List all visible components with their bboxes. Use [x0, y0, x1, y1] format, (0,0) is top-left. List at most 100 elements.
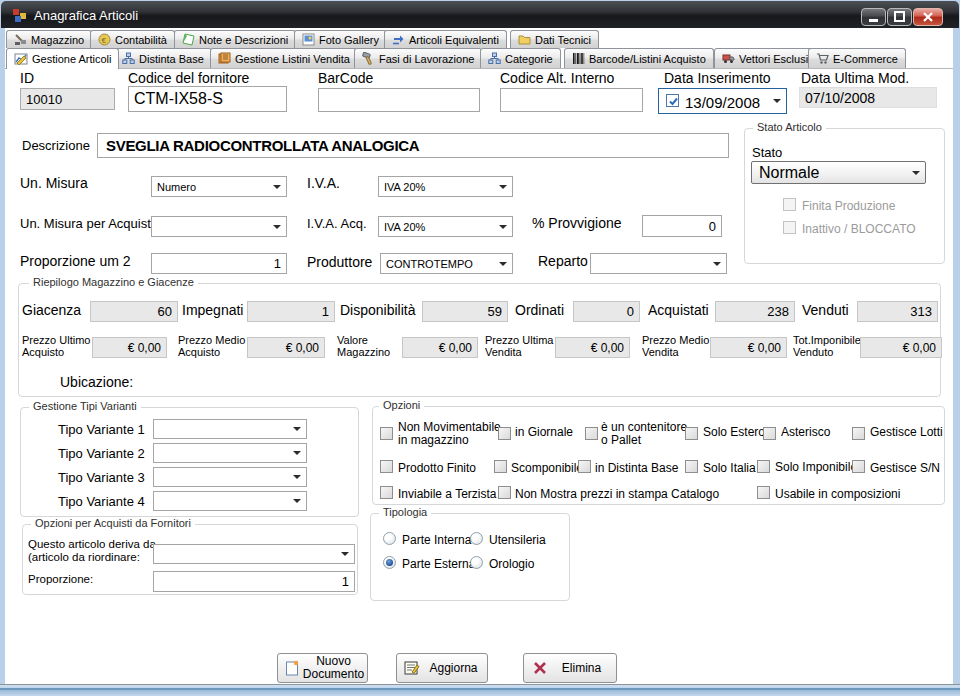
in-giornale-checkbox[interactable] — [498, 427, 511, 440]
minimize-button[interactable] — [861, 8, 886, 26]
aggiorna-label: Aggiorna — [420, 662, 487, 675]
solo-italia-label: Solo Italia — [703, 461, 756, 475]
tipo-variante-2-combo[interactable] — [153, 443, 307, 463]
close-icon — [914, 9, 942, 25]
data-inserimento-checkbox[interactable] — [666, 94, 679, 107]
tab-label: Fasi di Lavorazione — [379, 53, 474, 65]
aggiorna-button[interactable]: Aggiorna — [396, 653, 488, 683]
tipo-variante-3-combo[interactable] — [153, 467, 307, 487]
tab-foto-gallery[interactable]: Foto Gallery — [294, 30, 387, 48]
tab-vettori-esclusi[interactable]: Vettori Esclusi — [714, 48, 816, 68]
disponibilita-label: Disponibilità — [340, 302, 415, 318]
warehouse-icon — [14, 33, 27, 46]
tab-note-descrizioni[interactable]: Note e Descrizioni — [174, 30, 296, 48]
gestisce-sn-checkbox[interactable] — [852, 460, 865, 473]
tab-contabilita[interactable]: € Contabilità — [90, 30, 175, 48]
stato-label: Stato — [752, 145, 782, 160]
maximize-button[interactable] — [887, 8, 912, 26]
un-misura-combo[interactable]: Numero — [151, 176, 287, 197]
stato-combo[interactable]: Normale — [751, 161, 926, 184]
inattivo-bloccato-label: Inattivo / BLOCCATO — [802, 222, 916, 236]
elimina-button[interactable]: Elimina — [523, 653, 617, 683]
solo-imponibile-checkbox[interactable] — [757, 460, 770, 473]
inattivo-bloccato-checkbox[interactable] — [783, 221, 796, 234]
codice-fornitore-label: Codice del fornitore — [128, 70, 249, 86]
non-movimentabile-checkbox[interactable] — [380, 427, 393, 440]
tab-label: Categorie — [505, 53, 553, 65]
codice-fornitore-field[interactable]: CTM-IX58-S — [128, 86, 287, 112]
tipologia-caption: Tipologia — [379, 506, 431, 518]
non-movimentabile-label: Non Movimentabile in magazzino — [398, 421, 510, 447]
provvigione-field[interactable]: 0 — [642, 215, 722, 237]
nuovo-documento-label: Nuovo Documento — [300, 655, 367, 681]
tipo-variante-4-combo[interactable] — [153, 491, 307, 511]
reparto-combo[interactable] — [590, 253, 727, 274]
prezzo-ultima-vendita-field: € 0,00 — [555, 337, 630, 358]
asterisco-checkbox[interactable] — [763, 427, 776, 440]
id-label: ID — [20, 70, 34, 86]
descrizione-field[interactable]: SVEGLIA RADIOCONTROLLATA ANALOGICA — [97, 133, 729, 158]
tab-categorie[interactable]: Categorie — [480, 48, 561, 68]
close-button[interactable] — [913, 8, 943, 26]
data-ultima-mod-label: Data Ultima Mod. — [801, 70, 909, 86]
proporzione-field[interactable]: 1 — [153, 571, 355, 592]
chevron-down-icon — [912, 171, 920, 175]
prodotto-finito-checkbox[interactable] — [380, 460, 393, 473]
title-bar: Anagrafica Articoli — [1, 1, 959, 28]
prezzo-ultimo-acquisto-field: € 0,00 — [92, 337, 167, 358]
tab-fasi-lavorazione[interactable]: Fasi di Lavorazione — [354, 48, 482, 68]
parte-esterna-radio[interactable] — [383, 556, 396, 569]
usabile-composizioni-checkbox[interactable] — [757, 486, 770, 499]
nuovo-documento-button[interactable]: Nuovo Documento — [277, 653, 368, 683]
tab-ecommerce[interactable]: E-Commerce — [808, 48, 906, 68]
codice-alt-field[interactable] — [500, 88, 643, 112]
tab-gestione-listini-vendita[interactable]: Gestione Listini Vendita — [210, 48, 358, 68]
data-inserimento-picker[interactable]: 13/09/2008 — [658, 88, 787, 114]
finita-produzione-checkbox[interactable] — [783, 198, 796, 211]
tab-gestione-articoli[interactable]: Gestione Articoli — [6, 48, 119, 69]
tipo-variante-1-combo[interactable] — [153, 419, 307, 439]
chart-pencil-icon — [14, 52, 28, 66]
in-distinta-base-checkbox[interactable] — [578, 460, 591, 473]
inviabile-terzista-checkbox[interactable] — [380, 486, 393, 499]
tipo-variante-1-label: Tipo Variante 1 — [58, 422, 145, 437]
solo-estero-checkbox[interactable] — [685, 427, 698, 440]
elimina-label: Elimina — [547, 662, 616, 675]
tab-magazzino[interactable]: Magazzino — [6, 30, 92, 48]
barcode-label: BarCode — [318, 70, 373, 86]
produttore-combo[interactable]: CONTROTEMPO — [380, 253, 513, 274]
scomponibile-checkbox[interactable] — [494, 460, 507, 473]
chevron-down-icon — [293, 427, 301, 431]
contenitore-pallet-checkbox[interactable] — [585, 427, 598, 440]
prezzo-medio-acquisto-label: Prezzo Medio Acquisto — [178, 334, 250, 358]
acquistati-field: 238 — [715, 301, 795, 322]
asterisco-label: Asterisco — [781, 425, 830, 439]
proporzione-um2-field[interactable]: 1 — [151, 253, 287, 274]
solo-italia-checkbox[interactable] — [685, 460, 698, 473]
app-icon — [12, 8, 27, 23]
prezzo-ultimo-acquisto-label: Prezzo Ultimo Acquisto — [22, 334, 94, 358]
non-mostra-prezzi-checkbox[interactable] — [498, 486, 511, 499]
orgchart-icon — [488, 52, 501, 65]
iva-acq-combo[interactable]: IVA 20% — [378, 216, 513, 237]
iva-combo[interactable]: IVA 20% — [378, 176, 513, 197]
truck-icon — [722, 52, 735, 65]
tab-barcode-listini[interactable]: Barcode/Listini Acquisto — [564, 48, 714, 68]
tab-label: Vettori Esclusi — [739, 53, 808, 65]
proporzione-label: Proporzione: — [28, 573, 93, 585]
deriva-combo[interactable] — [153, 544, 355, 564]
tab-articoli-equivalenti[interactable]: Articoli Equivalenti — [384, 30, 507, 48]
barcode-field[interactable] — [318, 88, 480, 112]
descrizione-label: Descrizione — [22, 138, 90, 153]
prezzo-ultima-vendita-label: Prezzo Ultima Vendita — [485, 334, 557, 358]
parte-interna-radio[interactable] — [383, 532, 396, 545]
un-misura-acquisti-combo[interactable] — [151, 216, 287, 237]
gestisce-lotti-checkbox[interactable] — [852, 427, 865, 440]
tab-dati-tecnici[interactable]: Dati Tecnici — [510, 30, 599, 48]
codice-alt-label: Codice Alt. Interno — [500, 70, 614, 86]
orologio-radio[interactable] — [470, 556, 483, 569]
chevron-down-icon — [341, 552, 349, 556]
tab-distinta-base[interactable]: Distinta Base — [114, 48, 212, 68]
impegnati-label: Impegnati — [182, 302, 243, 318]
utensileria-radio[interactable] — [470, 532, 483, 545]
